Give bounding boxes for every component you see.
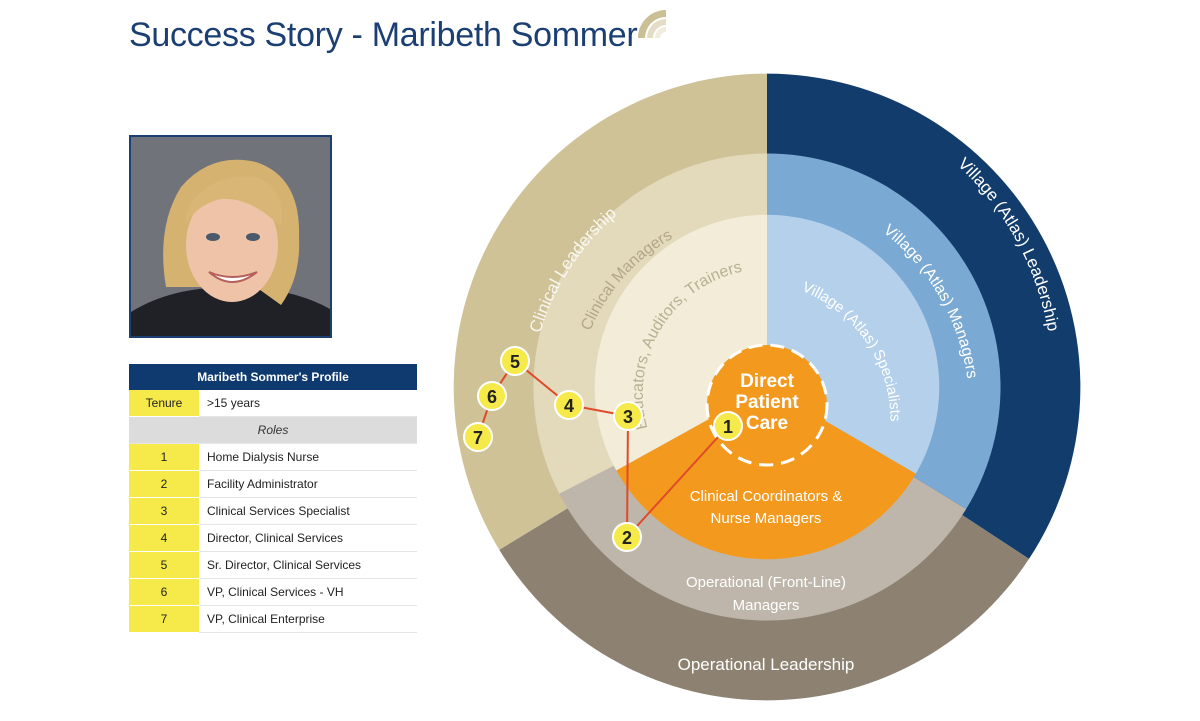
role-number: 7 — [129, 605, 199, 633]
role-title: Director, Clinical Services — [199, 524, 417, 552]
role-title: Facility Administrator — [199, 470, 417, 498]
page-title: Success Story - Maribeth Sommer — [129, 16, 638, 54]
career-step-marker: 4 — [554, 390, 584, 420]
table-row: 4 Director, Clinical Services — [129, 524, 417, 552]
career-step-marker: 3 — [613, 401, 643, 431]
coordinators-label-line1: Clinical Coordinators & — [690, 488, 843, 505]
center-label-patient: Patient — [735, 392, 799, 413]
tenure-value: >15 years — [199, 390, 417, 417]
career-step-marker: 7 — [463, 422, 493, 452]
center-label-care: Care — [746, 413, 788, 434]
ops-leadership-label: Operational Leadership — [678, 655, 855, 674]
table-row: 1 Home Dialysis Nurse — [129, 443, 417, 471]
role-title: Home Dialysis Nurse — [199, 443, 417, 471]
tenure-label: Tenure — [129, 390, 199, 417]
table-row: 5 Sr. Director, Clinical Services — [129, 551, 417, 579]
role-number: 5 — [129, 551, 199, 579]
career-step-label: 1 — [723, 417, 733, 437]
career-step-label: 2 — [622, 528, 632, 548]
table-row: 7 VP, Clinical Enterprise — [129, 605, 417, 633]
career-step-marker: 5 — [500, 346, 530, 376]
career-step-label: 4 — [564, 396, 574, 416]
role-number: 4 — [129, 524, 199, 552]
role-title: VP, Clinical Services - VH — [199, 578, 417, 606]
center-label-direct: Direct — [740, 371, 795, 392]
role-title: VP, Clinical Enterprise — [199, 605, 417, 633]
tenure-row: Tenure >15 years — [129, 390, 417, 417]
profile-header-row: Maribeth Sommer's Profile — [129, 364, 417, 390]
profile-heading: Maribeth Sommer's Profile — [129, 364, 417, 390]
role-title: Clinical Services Specialist — [199, 497, 417, 525]
career-step-label: 5 — [510, 352, 520, 372]
role-number: 6 — [129, 578, 199, 606]
ops-managers-label-line1: Operational (Front-Line) — [686, 574, 846, 591]
role-title: Sr. Director, Clinical Services — [199, 551, 417, 579]
career-step-label: 7 — [473, 428, 483, 448]
roles-section-row: Roles — [129, 416, 417, 444]
career-step-label: 3 — [623, 407, 633, 427]
career-step-marker: 6 — [477, 381, 507, 411]
role-number: 3 — [129, 497, 199, 525]
ops-managers-label-line2: Managers — [733, 597, 800, 614]
table-row: 2 Facility Administrator — [129, 470, 417, 498]
career-step-label: 6 — [487, 387, 497, 407]
role-number: 1 — [129, 443, 199, 471]
table-row: 6 VP, Clinical Services - VH — [129, 578, 417, 606]
career-step-marker: 2 — [612, 522, 642, 552]
role-number: 2 — [129, 470, 199, 498]
career-step-marker: 1 — [713, 411, 743, 441]
brand-logo-icon — [638, 10, 666, 38]
profile-table: Maribeth Sommer's Profile Tenure >15 yea… — [129, 364, 417, 633]
roles-label: Roles — [129, 416, 417, 444]
career-wheel-diagram: Direct Patient Care Clinical Leadership … — [453, 73, 1081, 701]
table-row: 3 Clinical Services Specialist — [129, 497, 417, 525]
profile-photo — [129, 135, 332, 338]
coordinators-label-line2: Nurse Managers — [711, 510, 822, 527]
